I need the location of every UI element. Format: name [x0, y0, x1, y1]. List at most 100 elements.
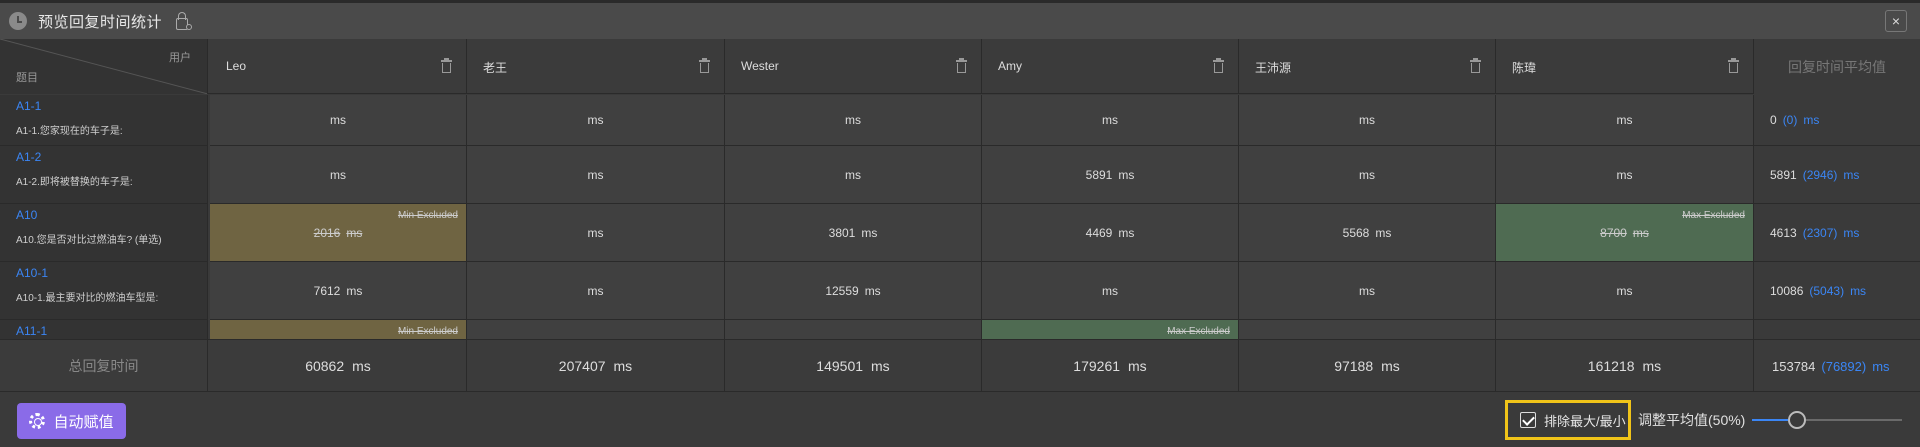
auto-assign-label: 自动赋值 — [53, 413, 114, 431]
time-unit: ms — [1616, 167, 1633, 182]
question-cell: A10-1 A10-1.最主要对比的燃油车型是: — [0, 262, 208, 320]
exclude-label: 排除最大/最小 — [1544, 413, 1626, 429]
avg-cell — [1754, 320, 1920, 339]
time-unit: ms — [330, 167, 346, 182]
time-cell[interactable]: Max Excluded — [982, 320, 1239, 339]
time-unit: ms — [1632, 225, 1649, 240]
time-cell[interactable]: Min Excluded — [210, 320, 467, 339]
user-name: Amy — [998, 59, 1022, 73]
time-cell[interactable]: 4469 ms — [982, 204, 1239, 262]
time-cell[interactable]: ms — [1239, 262, 1496, 320]
time-unit: ms — [845, 167, 861, 182]
auto-assign-button[interactable]: 自动赋值 — [17, 403, 126, 439]
exclude-checkbox[interactable] — [1520, 412, 1536, 428]
avg-header: 回复时间平均值 — [1754, 39, 1920, 94]
time-cell[interactable]: ms — [467, 146, 725, 204]
time-value: 3801 — [828, 225, 856, 240]
total-unit: ms — [352, 358, 371, 374]
total-value: 149501 — [816, 358, 864, 374]
total-unit: ms — [871, 358, 890, 374]
trash-icon[interactable] — [441, 58, 452, 73]
total-unit: ms — [1381, 358, 1400, 374]
close-button[interactable]: × — [1885, 10, 1907, 32]
avg-unit: ms — [1803, 113, 1820, 127]
user-name: 王沛源 — [1255, 61, 1292, 75]
lock-file-icon[interactable] — [176, 12, 193, 30]
time-unit: ms — [1616, 113, 1633, 127]
adjust-average-slider[interactable] — [1752, 411, 1902, 429]
time-cell[interactable]: ms — [210, 146, 467, 204]
question-code[interactable]: A1-1 — [16, 99, 41, 113]
corner-cell: 用户 题目 — [0, 39, 208, 94]
total-cell: 207407 ms — [467, 340, 725, 392]
time-unit: ms — [1118, 167, 1135, 182]
time-value: 2016 — [313, 225, 341, 240]
trash-icon[interactable] — [1213, 58, 1224, 73]
table-body[interactable]: A1-1 A1-1.您家现在的车子是: ms ms ms ms ms ms 0 (0) ms A1-2… — [0, 95, 1920, 339]
question-code[interactable]: A1-2 — [16, 150, 41, 164]
excluded-tag: Max Excluded — [1682, 210, 1745, 221]
time-cell[interactable] — [725, 320, 982, 339]
user-name: Leo — [226, 59, 247, 73]
avg-adjusted: (2946) — [1802, 167, 1838, 182]
time-cell[interactable]: 2016 ms Min Excluded — [210, 204, 467, 262]
trash-icon[interactable] — [956, 58, 967, 73]
totals-row: 总回复时间 60862 ms 207407 ms 149501 ms 179261 ms 971… — [0, 339, 1920, 392]
time-cell[interactable]: ms — [467, 95, 725, 146]
time-value: 7612 — [313, 283, 341, 298]
time-cell[interactable]: 3801 ms — [725, 204, 982, 262]
time-cell[interactable]: ms — [982, 262, 1239, 320]
time-cell[interactable]: ms — [210, 95, 467, 146]
exclude-minmax-toggle[interactable]: 排除最大/最小 — [1505, 400, 1631, 440]
time-cell[interactable] — [1239, 320, 1496, 339]
total-unit: ms — [613, 358, 633, 374]
totals-avg-value: 153784 — [1772, 358, 1816, 374]
question-code[interactable]: A10 — [16, 208, 37, 222]
trash-icon[interactable] — [1728, 58, 1739, 73]
time-cell[interactable]: ms — [467, 204, 725, 262]
user-column-header: Amy — [982, 39, 1239, 94]
time-cell[interactable]: ms — [1239, 146, 1496, 204]
time-cell[interactable]: 8700 ms Max Excluded — [1496, 204, 1754, 262]
time-cell[interactable] — [1496, 320, 1754, 339]
question-code[interactable]: A11-1 — [16, 324, 47, 338]
trash-icon[interactable] — [699, 58, 710, 73]
avg-adjusted: (5043) — [1809, 283, 1845, 298]
avg-unit: ms — [1843, 167, 1860, 182]
time-cell[interactable]: ms — [982, 95, 1239, 146]
excluded-tag: Min Excluded — [397, 210, 458, 221]
time-cell[interactable]: ms — [1496, 146, 1754, 204]
avg-value: 10086 — [1770, 283, 1804, 298]
time-cell[interactable]: ms — [1239, 95, 1496, 146]
time-cell[interactable]: 5891 ms — [982, 146, 1239, 204]
question-desc: A1-1.您家现在的车子是: — [16, 126, 123, 137]
total-cell: 161218 ms — [1496, 340, 1754, 392]
time-unit: ms — [1616, 283, 1633, 298]
time-cell[interactable]: 5568 ms — [1239, 204, 1496, 262]
question-axis-label: 题目 — [16, 72, 38, 84]
time-cell[interactable] — [467, 320, 725, 339]
trash-icon[interactable] — [1470, 58, 1481, 73]
user-column-header: Wester — [725, 39, 982, 94]
totals-avg-adjusted: (76892) — [1821, 358, 1867, 374]
slider-knob[interactable] — [1788, 411, 1806, 429]
totals-avg: 153784 (76892) ms — [1754, 340, 1920, 392]
question-code[interactable]: A10-1 — [16, 266, 48, 280]
time-cell[interactable]: ms — [725, 146, 982, 204]
user-column-header: 陈瑋 — [1496, 39, 1754, 94]
time-value: 5891 — [1085, 167, 1113, 182]
total-value: 179261 — [1073, 358, 1121, 374]
question-cell: A11-1 — [0, 320, 208, 339]
question-desc: A10.您是否对比过燃油车? (单选) — [16, 235, 162, 246]
time-cell[interactable]: 7612 ms — [210, 262, 467, 320]
time-cell[interactable]: ms — [1496, 95, 1754, 146]
total-cell: 60862 ms — [210, 340, 467, 392]
time-unit: ms — [346, 225, 363, 240]
time-cell[interactable]: ms — [467, 262, 725, 320]
total-value: 161218 — [1587, 358, 1635, 374]
time-cell[interactable]: ms — [1496, 262, 1754, 320]
time-unit: ms — [587, 283, 604, 298]
time-cell[interactable]: ms — [725, 95, 982, 146]
time-cell[interactable]: 12559 ms — [725, 262, 982, 320]
window-title: 预览回复时间统计 — [38, 13, 163, 31]
